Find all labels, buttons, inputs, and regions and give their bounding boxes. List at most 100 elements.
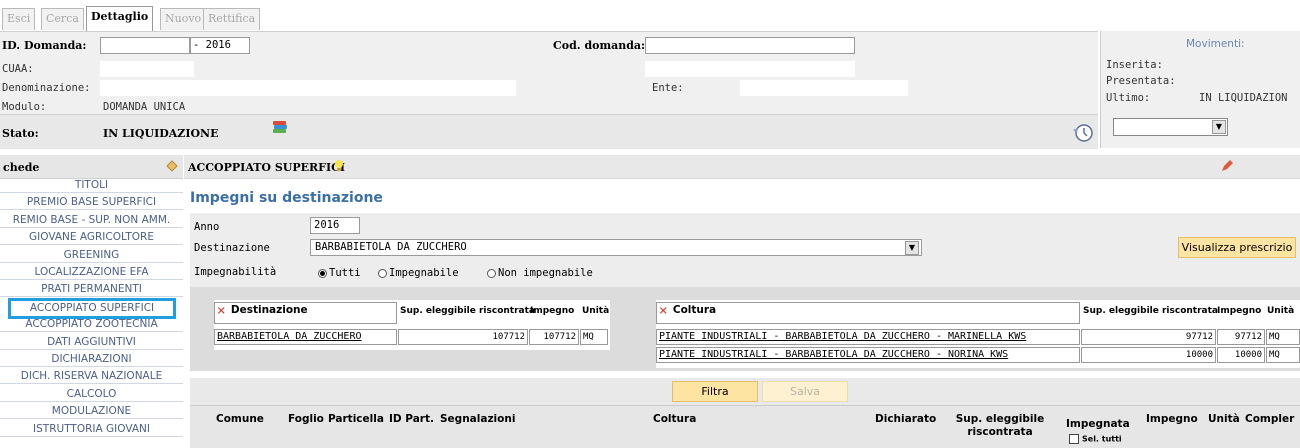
- sidebar-item[interactable]: MODULAZIONE: [0, 404, 183, 420]
- inserita-label: Inserita:: [1106, 59, 1163, 71]
- sidebar-item[interactable]: PREMIO BASE SUPERFICI: [0, 195, 183, 211]
- dest-col-destinazione: Destinazione: [230, 304, 308, 316]
- coltura-row-2-unita: MQ: [1266, 347, 1300, 363]
- page-heading: Impegni su destinazione: [190, 190, 383, 206]
- dest-row-impegno: 107712: [529, 329, 579, 345]
- sidebar-item[interactable]: GIOVANE AGRICOLTORE: [0, 230, 183, 246]
- dest-row-destinazione[interactable]: BARBABIETOLA DA ZUCCHERO: [214, 329, 397, 345]
- sidebar-item[interactable]: DICHIARAZIONI: [0, 352, 183, 367]
- lightbulb-icon: [334, 159, 344, 173]
- col-segnalazioni: Segnalazioni: [440, 413, 516, 425]
- stato-label: Stato:: [2, 127, 39, 140]
- sidebar-item[interactable]: ISTRUTTORIA GIOVANI: [0, 422, 183, 437]
- col-coltura: Coltura: [653, 413, 697, 425]
- radio-icon: [378, 268, 387, 278]
- stato-value: IN LIQUIDAZIONE: [103, 127, 219, 140]
- cuaa-label: CUAA:: [2, 63, 34, 75]
- sidebar-item[interactable]: DATI AGGIUNTIVI: [0, 335, 183, 350]
- modulo-label: Modulo:: [2, 101, 47, 113]
- impegnabilita-label: Impegnabilità: [194, 266, 277, 278]
- ente-label: Ente:: [652, 82, 684, 94]
- schede-header: chede: [0, 155, 183, 179]
- coltura-row-2-coltura[interactable]: PIANTE INDUSTRIALI - BARBABIETOLA DA ZUC…: [656, 347, 1080, 363]
- anno-domanda-field[interactable]: - 2016: [190, 37, 250, 54]
- tab-nuovo[interactable]: Nuovo: [160, 8, 207, 30]
- id-domanda-label: ID. Domanda:: [2, 39, 87, 52]
- sidebar-item[interactable]: ACCOPPIATO ZOOTECNIA: [0, 317, 183, 333]
- denominazione-label: Denominazione:: [2, 82, 91, 94]
- history-icon[interactable]: [1072, 122, 1094, 144]
- cod-domanda-label: Cod. domanda:: [553, 39, 646, 52]
- col-id-part: ID Part.: [389, 413, 434, 425]
- ultimo-label: Ultimo:: [1106, 92, 1151, 104]
- sidebar-item[interactable]: DICH. RISERVA NAZIONALE: [0, 369, 183, 385]
- dest-row-sup: 107712: [398, 329, 528, 345]
- remove-x-icon[interactable]: ✕: [217, 303, 225, 319]
- tab-cerca[interactable]: Cerca: [41, 8, 84, 30]
- modulo-value: DOMANDA UNICA: [103, 101, 186, 113]
- cod-domanda-field[interactable]: [645, 37, 855, 54]
- coltura-col-unita: Unità: [1267, 306, 1295, 316]
- tab-dettaglio[interactable]: Dettaglio: [86, 6, 154, 31]
- sidebar-item[interactable]: LOCALIZZAZIONE EFA: [0, 265, 183, 280]
- tab-bar: Esci Cerca Dettaglio Nuovo Rettifica: [0, 0, 1300, 31]
- sidebar-item[interactable]: CALCOLO: [0, 387, 183, 402]
- col-sup-eleggibile: Sup. eleggibile riscontrata: [955, 413, 1045, 438]
- sidebar-item[interactable]: GREENING: [0, 248, 183, 263]
- denominazione-value: [100, 80, 516, 96]
- salva-button[interactable]: Salva: [762, 381, 848, 402]
- sel-tutti-label: Sel. tutti: [1082, 434, 1122, 444]
- remove-x-icon[interactable]: ✕: [659, 303, 667, 319]
- radio-icon: [318, 268, 327, 278]
- cuaa-value: [100, 61, 194, 77]
- col-comune: Comune: [216, 413, 264, 425]
- cod-extra-value: [645, 61, 855, 77]
- schede-list: TITOLI PREMIO BASE SUPERFICI REMIO BASE - …: [0, 178, 183, 440]
- anno-field[interactable]: 2016: [310, 217, 360, 234]
- dest-col-impegno: Impegno: [530, 306, 575, 316]
- radio-impegnabile[interactable]: Impegnabile: [378, 267, 459, 279]
- movimenti-select[interactable]: ▼: [1113, 118, 1228, 136]
- coltura-col-impegno: Impegno: [1217, 306, 1262, 316]
- sidebar-item[interactable]: PRATI PERMANENTI: [0, 282, 183, 298]
- filtra-button[interactable]: Filtra: [672, 381, 758, 402]
- coltura-col-sup: Sup. eleggibile riscontrata: [1083, 306, 1218, 316]
- radio-tutti[interactable]: Tutti: [318, 267, 361, 279]
- books-icon[interactable]: [272, 119, 288, 135]
- tab-esci[interactable]: Esci: [2, 8, 36, 30]
- section-header: ACCOPPIATO SUPERFICI: [184, 155, 1300, 179]
- presentata-label: Presentata:: [1106, 75, 1176, 87]
- particelle-table-header: [190, 405, 1300, 448]
- tab-rettifica[interactable]: Rettifica: [203, 8, 261, 30]
- col-particella: Particella: [328, 413, 384, 425]
- dest-header-cell: ✕ Destinazione: [214, 302, 397, 324]
- col-complemento: Compler: [1245, 413, 1295, 425]
- dest-col-sup: Sup. eleggibile riscontrata: [400, 306, 535, 316]
- movimenti-panel: Movimenti: Inserita: Presentata: Ultimo:…: [1100, 31, 1300, 148]
- coltura-row-2-sup: 10000: [1081, 347, 1216, 363]
- sidebar-item[interactable]: REMIO BASE - SUP. NON AMM.: [0, 213, 183, 228]
- chevron-down-icon[interactable]: ▼: [905, 241, 919, 255]
- collapse-icon[interactable]: [165, 159, 179, 173]
- domanda-header-panel: ID. Domanda: - 2016 Cod. domanda: CUAA: …: [0, 31, 1098, 149]
- visualizza-prescrizioni-button[interactable]: Visualizza prescrizio: [1178, 237, 1296, 258]
- col-dichiarato: Dichiarato: [875, 413, 937, 425]
- sel-tutti-checkbox[interactable]: Sel. tutti: [1069, 434, 1122, 444]
- coltura-row-1-sup: 97712: [1081, 329, 1216, 345]
- radio-tutti-label: Tutti: [329, 267, 361, 279]
- edit-pencil-icon[interactable]: [1220, 159, 1234, 173]
- movimenti-title: Movimenti:: [1186, 38, 1245, 50]
- col-foglio: Foglio: [288, 413, 324, 425]
- coltura-row-1-impegno: 97712: [1217, 329, 1265, 345]
- radio-non-impegnabile[interactable]: Non impegnabile: [487, 267, 593, 279]
- checkbox-icon: [1069, 434, 1079, 444]
- destinazione-select[interactable]: BARBABIETOLA DA ZUCCHERO: [310, 239, 922, 256]
- coltura-row-1-coltura[interactable]: PIANTE INDUSTRIALI - BARBABIETOLA DA ZUC…: [656, 329, 1080, 345]
- dest-row-unita: MQ: [580, 329, 608, 345]
- radio-icon: [487, 268, 496, 278]
- col-impegnata: Impegnata: [1066, 418, 1130, 430]
- coltura-header-cell: ✕ Coltura: [656, 302, 1080, 324]
- sidebar-item-selected[interactable]: ACCOPPIATO SUPERFICI: [8, 297, 176, 319]
- id-domanda-field[interactable]: [100, 37, 190, 54]
- sidebar-item[interactable]: TITOLI: [0, 178, 183, 193]
